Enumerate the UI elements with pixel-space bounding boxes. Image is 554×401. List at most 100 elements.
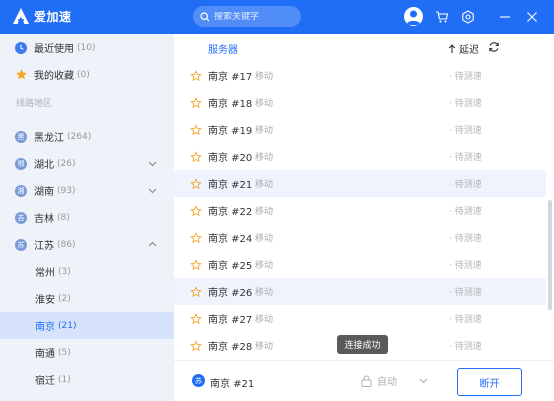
server-name: 南京 #28	[208, 342, 253, 353]
table-row-hover[interactable]: 南京 #26 移动 · 待测速	[174, 278, 546, 305]
star-outline-icon[interactable]	[190, 69, 202, 82]
latency-status-text: 待测速	[454, 126, 482, 136]
server-carrier: 移动	[255, 234, 274, 244]
table-row[interactable]: 南京 #24 移动 · 待测速	[174, 224, 546, 251]
sidebar-item-count: (264)	[67, 131, 92, 142]
avatar[interactable]	[404, 7, 423, 26]
gear-icon[interactable]	[459, 8, 476, 25]
minimize-icon[interactable]	[496, 8, 513, 25]
latency-status-text: 待测速	[454, 342, 482, 352]
refresh-icon[interactable]	[488, 41, 500, 53]
star-outline-icon[interactable]	[190, 258, 202, 271]
table-row[interactable]: 南京 #25 移动 · 待测速	[174, 251, 546, 278]
table-row[interactable]: 南京 #18 移动 · 待测速	[174, 89, 546, 116]
star-outline-icon[interactable]	[190, 204, 202, 217]
latency-status-text: 待测速	[454, 234, 482, 244]
region-badge: 湘	[15, 184, 27, 197]
sidebar-item-label: 黑龙江	[34, 133, 64, 144]
star-outline-icon[interactable]	[190, 150, 202, 163]
server-carrier: 移动	[255, 342, 274, 352]
sidebar-item-label: 淮安	[35, 295, 55, 306]
server-latency-status: · 待测速	[449, 126, 482, 136]
sidebar-item-count: (0)	[77, 69, 90, 80]
latency-label: 延迟	[459, 45, 479, 56]
chevron-up-icon[interactable]	[148, 240, 157, 249]
sidebar-item-label: 南京	[35, 322, 55, 333]
table-row-active[interactable]: 南京 #21 移动 · 待测速	[174, 170, 546, 197]
table-row[interactable]: 南京 #22 移动 · 待测速	[174, 197, 546, 224]
star-outline-icon[interactable]	[190, 231, 202, 244]
search-input[interactable]	[214, 11, 294, 22]
mode-selector[interactable]: 自动	[361, 373, 428, 388]
star-outline-icon[interactable]	[190, 123, 202, 136]
sidebar-item-city[interactable]: 淮安 (2)	[0, 285, 174, 312]
server-latency-status: · 待测速	[449, 99, 482, 109]
sidebar-item-label: 吉林	[34, 214, 54, 225]
sidebar-item-region[interactable]: 黑 黑龙江 (264)	[0, 123, 174, 150]
server-latency-status: · 待测速	[449, 180, 482, 190]
sidebar-item-region[interactable]: 湘 湖南 (93)	[0, 177, 174, 204]
server-latency-status: · 待测速	[449, 342, 482, 352]
disconnect-button[interactable]: 断开	[457, 368, 522, 396]
sidebar-item-region[interactable]: 吉 吉林 (8)	[0, 204, 174, 231]
title-bar: 爱加速	[0, 0, 554, 34]
sidebar-item-count: (1)	[58, 374, 71, 385]
star-outline-icon[interactable]	[190, 96, 202, 109]
region-badge: 吉	[15, 211, 27, 224]
table-row[interactable]: 南京 #19 移动 · 待测速	[174, 116, 546, 143]
sidebar-item-region[interactable]: 鄂 湖北 (26)	[0, 150, 174, 177]
user-avatar-icon	[406, 10, 421, 25]
chevron-down-icon[interactable]	[148, 159, 157, 168]
sidebar-item-recent[interactable]: 最近使用 (10)	[0, 34, 174, 61]
sidebar-item-label: 宿迁	[35, 376, 55, 387]
server-name: 南京 #25	[208, 261, 253, 272]
server-latency-status: · 待测速	[449, 72, 482, 82]
column-header-server[interactable]: 服务器	[208, 41, 238, 56]
server-carrier: 移动	[255, 99, 274, 109]
arrow-up-icon	[448, 43, 456, 53]
lock-icon	[361, 375, 372, 387]
current-server-name: 南京 #21	[210, 379, 255, 390]
star-icon	[16, 69, 27, 80]
latency-status-text: 待测速	[454, 180, 482, 190]
server-name: 南京 #19	[208, 126, 253, 137]
server-name: 南京 #17	[208, 72, 253, 83]
star-outline-icon[interactable]	[190, 177, 202, 190]
cart-icon[interactable]	[433, 8, 450, 25]
mode-label: 自动	[377, 377, 397, 388]
scrollbar-thumb[interactable]	[548, 200, 552, 310]
sidebar-item-city[interactable]: 宿迁 (1)	[0, 366, 174, 393]
sidebar-item-city-selected[interactable]: 南京 (21)	[0, 312, 174, 339]
star-outline-icon[interactable]	[190, 339, 202, 352]
sidebar-item-region[interactable]: 苏 江苏 (86)	[0, 231, 174, 258]
server-name: 南京 #18	[208, 99, 253, 110]
server-latency-status: · 待测速	[449, 288, 482, 298]
app-logo: 爱加速	[12, 7, 72, 25]
table-row[interactable]: 南京 #27 移动 · 待测速	[174, 305, 546, 332]
sidebar-item-count: (93)	[57, 185, 76, 196]
sidebar-item-count: (3)	[58, 266, 71, 277]
server-carrier: 移动	[255, 261, 274, 271]
latency-status-text: 待测速	[454, 261, 482, 271]
search-box[interactable]	[193, 6, 301, 27]
close-icon[interactable]	[523, 8, 540, 25]
star-outline-icon[interactable]	[190, 285, 202, 298]
sidebar-item-favorites[interactable]: 我的收藏 (0)	[0, 61, 174, 88]
chevron-down-icon	[419, 378, 428, 384]
chevron-down-icon[interactable]	[148, 186, 157, 195]
sidebar-item-count: (8)	[57, 212, 70, 223]
server-carrier: 移动	[255, 72, 274, 82]
sidebar-item-city[interactable]: 南通 (5)	[0, 339, 174, 366]
sidebar-item-count: (5)	[58, 347, 71, 358]
latency-status-text: 待测速	[454, 207, 482, 217]
star-outline-icon[interactable]	[190, 312, 202, 325]
section-header-regions: 线路地区	[16, 99, 53, 109]
sidebar-item-city[interactable]: 常州 (3)	[0, 258, 174, 285]
table-row[interactable]: 南京 #17 移动 · 待测速	[174, 62, 546, 89]
column-header-latency[interactable]: 延迟	[448, 41, 479, 56]
latency-status-text: 待测速	[454, 99, 482, 109]
server-carrier: 移动	[255, 207, 274, 217]
search-icon	[200, 11, 210, 21]
connection-bar: 苏 南京 #21 自动 断开	[174, 360, 554, 401]
table-row[interactable]: 南京 #20 移动 · 待测速	[174, 143, 546, 170]
